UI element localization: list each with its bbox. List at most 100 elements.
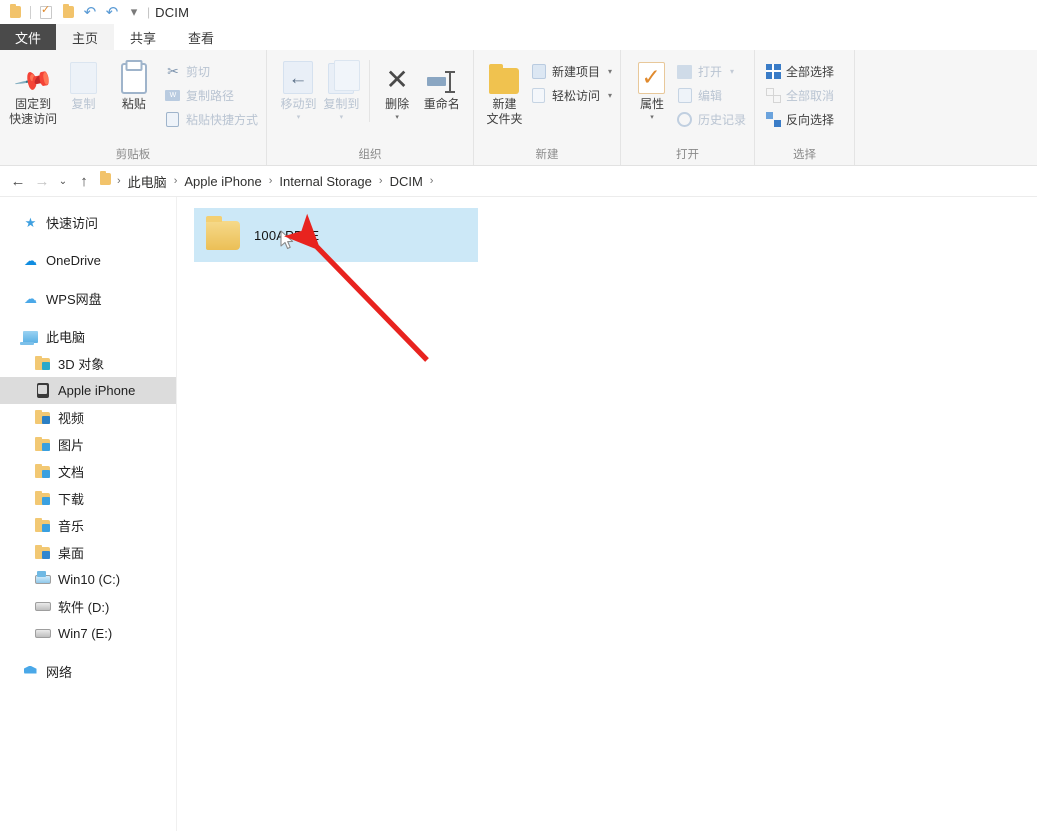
sidebar-item-this-pc[interactable]: 此电脑 [0, 323, 176, 350]
properties-button[interactable]: 属性 ▾ [631, 56, 673, 120]
select-all-label: 全部选择 [786, 63, 834, 80]
this-pc-icon [22, 329, 39, 345]
ribbon-group-select: 全部选择 全部取消 反向选择 选择 [754, 50, 854, 165]
invert-selection-button[interactable]: 反向选择 [765, 109, 834, 130]
sidebar-item-apple-iphone[interactable]: Apple iPhone [0, 377, 176, 404]
tab-view[interactable]: 查看 [172, 24, 230, 50]
breadcrumb-item-apple-iphone[interactable]: Apple iPhone [181, 174, 264, 189]
sidebar-item-pictures[interactable]: 图片 [0, 431, 176, 458]
sidebar-label-downloads: 下载 [58, 489, 84, 508]
new-item-button[interactable]: 新建项目 ▾ [531, 61, 612, 82]
properties-caret-icon[interactable]: ▾ [650, 115, 654, 120]
recent-locations-button[interactable]: ⌄ [54, 169, 72, 193]
select-all-button[interactable]: 全部选择 [765, 61, 834, 82]
cut-button[interactable]: ✂ 剪切 [165, 61, 258, 82]
sidebar-item-win7-e[interactable]: Win7 (E:) [0, 620, 176, 647]
sidebar-item-3d-objects[interactable]: 3D 对象 [0, 350, 176, 377]
sidebar-item-music[interactable]: 音乐 [0, 512, 176, 539]
copy-label: 复制 [71, 97, 95, 112]
move-to-button[interactable]: 移动到 ▾ [277, 56, 320, 120]
open-button[interactable]: 打开 ▾ [677, 61, 746, 82]
file-item-name: 100APPLE [254, 228, 319, 243]
new-folder-button[interactable]: 新建文件夹 [486, 56, 523, 127]
breadcrumb-folder-icon [100, 172, 111, 190]
navigation-pane: ★ 快速访问 ☁ OneDrive ☁ WPS网盘 此电脑 3D 对象 [0, 197, 177, 831]
easy-access-button[interactable]: 轻松访问 ▾ [531, 85, 612, 106]
copy-to-button[interactable]: 复制到 ▾ [320, 56, 363, 120]
easy-access-caret-icon[interactable]: ▾ [608, 91, 612, 100]
copy-button[interactable]: 复制 [58, 56, 108, 112]
customize-qat-icon[interactable]: ▾ [123, 1, 145, 23]
paste-shortcut-button[interactable]: 粘贴快捷方式 [165, 109, 258, 130]
delete-button[interactable]: ✕ 删除 ▾ [376, 56, 419, 120]
pin-to-quick-access-button[interactable]: 📌 固定到快速访问 [8, 56, 58, 127]
sidebar-item-onedrive[interactable]: ☁ OneDrive [0, 247, 176, 274]
breadcrumb-sep-0[interactable]: › [113, 175, 125, 187]
copy-path-button[interactable]: W 复制路径 [165, 85, 258, 106]
copy-path-label: 复制路径 [186, 87, 234, 104]
forward-button[interactable]: → [30, 169, 54, 193]
address-bar: ← → ⌄ ↑ › 此电脑 › Apple iPhone › Internal … [0, 166, 1037, 197]
breadcrumb-item-internal-storage[interactable]: Internal Storage [276, 174, 375, 189]
paste-shortcut-label: 粘贴快捷方式 [186, 111, 258, 128]
rename-icon [427, 60, 457, 94]
new-item-label: 新建项目 [552, 63, 600, 80]
paste-button[interactable]: 粘贴 [109, 56, 159, 112]
sidebar-item-desktop[interactable]: 桌面 [0, 539, 176, 566]
group-label-organize: 组织 [267, 145, 473, 165]
breadcrumb-item-dcim[interactable]: DCIM [387, 174, 426, 189]
sidebar-item-documents[interactable]: 文档 [0, 458, 176, 485]
copy-to-caret-icon[interactable]: ▾ [340, 115, 344, 120]
select-all-icon [765, 64, 781, 80]
list-item[interactable]: 100APPLE [194, 208, 478, 262]
sidebar-label-win7-e: Win7 (E:) [58, 626, 112, 641]
edit-label: 编辑 [698, 87, 722, 104]
sidebar-item-software-d[interactable]: 软件 (D:) [0, 593, 176, 620]
move-to-caret-icon[interactable]: ▾ [297, 115, 301, 120]
file-list-pane[interactable]: 100APPLE [177, 197, 1037, 831]
breadcrumb-sep-1[interactable]: › [170, 175, 182, 187]
breadcrumb-item-this-pc[interactable]: 此电脑 [125, 172, 170, 191]
tab-home[interactable]: 主页 [56, 24, 114, 50]
sidebar-item-wps-cloud[interactable]: ☁ WPS网盘 [0, 285, 176, 312]
pin-icon: 📌 [18, 60, 49, 94]
open-caret-icon[interactable]: ▾ [730, 67, 734, 76]
sidebar-item-win10-c[interactable]: Win10 (C:) [0, 566, 176, 593]
new-folder-icon[interactable] [57, 1, 79, 23]
undo-icon[interactable]: ↶ [101, 1, 123, 23]
new-folder-label-line1: 新建 [492, 97, 516, 111]
up-button[interactable]: ↑ [72, 169, 96, 193]
tab-file[interactable]: 文件 [0, 24, 56, 50]
sidebar-label-quick-access: 快速访问 [46, 213, 98, 232]
history-button[interactable]: 历史记录 [677, 109, 746, 130]
folder-icon[interactable] [4, 1, 26, 23]
select-none-button[interactable]: 全部取消 [765, 85, 834, 106]
paste-label: 粘贴 [122, 97, 146, 112]
breadcrumb-sep-3[interactable]: › [375, 175, 387, 187]
folder-3d-icon [34, 356, 51, 372]
easy-access-icon [531, 88, 547, 104]
paste-icon [121, 60, 147, 94]
copy-path-icon: W [165, 88, 181, 104]
folder-downloads-icon [34, 491, 51, 507]
edit-button[interactable]: 编辑 [677, 85, 746, 106]
sidebar-item-quick-access[interactable]: ★ 快速访问 [0, 209, 176, 236]
explorer-body: ★ 快速访问 ☁ OneDrive ☁ WPS网盘 此电脑 3D 对象 [0, 197, 1037, 831]
breadcrumb-sep-4[interactable]: › [426, 175, 438, 187]
delete-caret-icon[interactable]: ▾ [395, 115, 399, 120]
tab-share[interactable]: 共享 [114, 24, 172, 50]
history-label: 历史记录 [698, 111, 746, 128]
sidebar-item-downloads[interactable]: 下载 [0, 485, 176, 512]
redo-icon[interactable]: ↷ [79, 1, 101, 23]
new-item-caret-icon[interactable]: ▾ [608, 67, 612, 76]
back-button[interactable]: ← [6, 169, 30, 193]
sidebar-label-win10-c: Win10 (C:) [58, 572, 120, 587]
properties-icon[interactable] [35, 1, 57, 23]
onedrive-cloud-icon: ☁ [22, 253, 39, 269]
rename-button[interactable]: 重命名 [419, 56, 465, 112]
new-folder-label-line2: 文件夹 [486, 112, 522, 126]
breadcrumb-sep-2[interactable]: › [265, 175, 277, 187]
sidebar-item-videos[interactable]: 视频 [0, 404, 176, 431]
qat-divider [30, 6, 31, 19]
sidebar-item-network[interactable]: 网络 [0, 658, 176, 685]
